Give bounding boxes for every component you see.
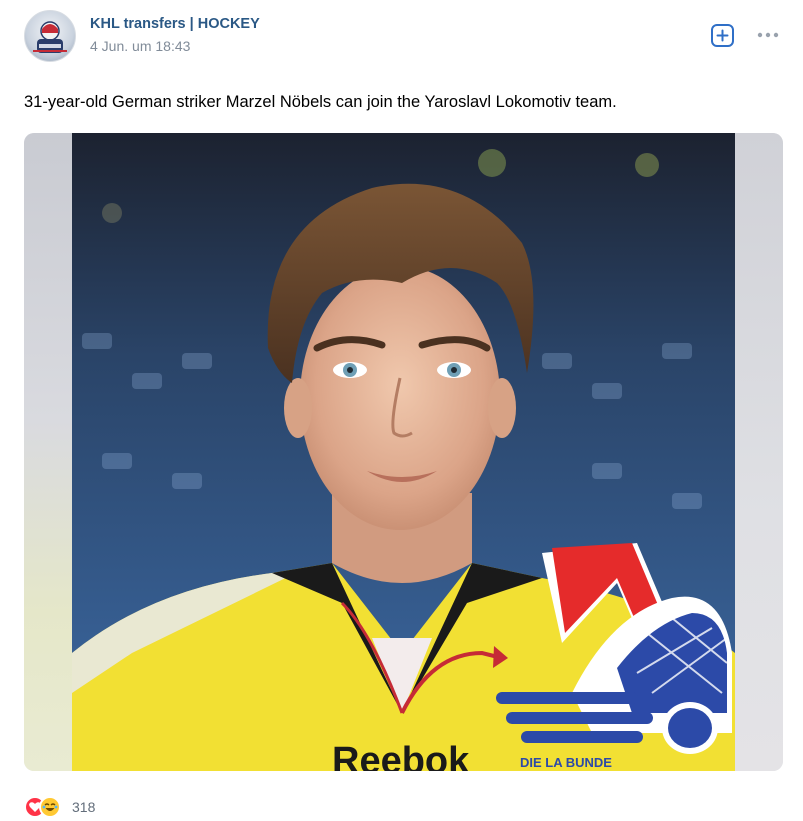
player-portrait-image: Reebok DIE LA BUNDE — [72, 133, 735, 771]
more-options-button[interactable] — [755, 27, 781, 43]
community-avatar[interactable] — [24, 10, 76, 62]
photo-blur-left — [24, 133, 72, 771]
photo-blur-right — [735, 133, 783, 771]
avatar-logo-icon — [33, 21, 67, 53]
community-name[interactable]: KHL transfers | HOCKEY — [90, 16, 260, 32]
laughing-face-icon — [39, 796, 61, 818]
post-card: KHL transfers | HOCKEY 4 Jun. um 18:43 3… — [0, 0, 803, 821]
player-photo: Reebok DIE LA BUNDE — [72, 133, 735, 771]
more-dots-icon — [757, 32, 779, 38]
reactions-summary[interactable]: 318 — [24, 796, 144, 818]
add-to-bookmarks-icon — [711, 24, 734, 47]
post-text: 31-year-old German striker Marzel Nöbels… — [24, 93, 617, 111]
post-photo[interactable]: Reebok DIE LA BUNDE — [24, 133, 783, 771]
reaction-count: 318 — [72, 799, 96, 815]
logo-banner-text: DIE LA BUNDE — [520, 755, 612, 770]
jersey-text: Reebok — [332, 740, 470, 771]
post-date[interactable]: 4 Jun. um 18:43 — [90, 38, 190, 54]
add-button[interactable] — [710, 23, 735, 48]
